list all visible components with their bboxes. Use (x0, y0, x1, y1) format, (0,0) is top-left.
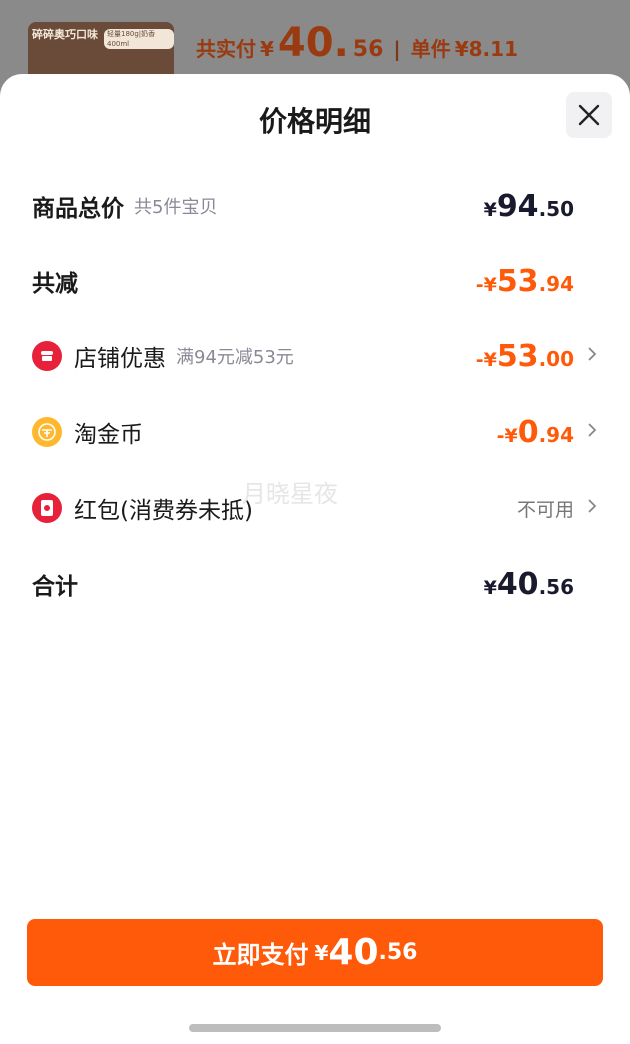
sheet-title: 价格明细 (258, 105, 371, 138)
background-total-price: 共实付 ¥ 40. 56 | 单件 ¥8.11 (196, 20, 518, 66)
home-indicator[interactable] (189, 1024, 441, 1032)
subtotal-amount: ¥ 40 .56 (484, 567, 574, 602)
product-thumb-tag: 轻量180g|奶香400ml (104, 29, 174, 49)
unit-price: ¥8.11 (454, 37, 518, 61)
subtotal-int: 40 (496, 566, 539, 602)
subtotal-dec: .56 (538, 574, 574, 599)
coin-icon (32, 417, 62, 447)
subtotal-row: 合计 ¥ 40 .56 (32, 564, 598, 604)
taojinbi-amount: -¥ 0 .94 (497, 415, 574, 450)
subtotal-currency: ¥ (483, 576, 497, 599)
goods-total-row: 商品总价 共5件宝贝 ¥ 94 .50 (32, 186, 598, 226)
goods-count: 共5件宝贝 (134, 197, 218, 218)
red-packet-status: 不可用 (516, 498, 574, 521)
pay-now-label: 立即支付 (212, 941, 309, 969)
store-discount-amount: -¥ 53 .00 (476, 339, 574, 374)
price-separator: | (393, 37, 401, 61)
chevron-right-icon (574, 497, 598, 519)
goods-total-label: 商品总价 (32, 196, 124, 222)
close-icon (578, 104, 600, 126)
total-paid-currency: ¥ (260, 37, 274, 61)
taojinbi-currency: -¥ (496, 424, 518, 447)
total-reduction-currency: -¥ (475, 273, 497, 296)
red-packet-icon (32, 493, 62, 523)
total-paid-int: 40. (277, 20, 349, 66)
goods-total-dec: .50 (538, 196, 574, 221)
pay-now-dec: .56 (378, 940, 418, 965)
price-detail-sheet: 价格明细 商品总价 共5件宝贝 ¥ 94 .50 共减 -¥ 53 .94 店铺… (0, 74, 630, 1044)
goods-total-currency: ¥ (483, 198, 497, 221)
taojinbi-label: 淘金币 (74, 422, 143, 448)
store-discount-int: 53 (496, 338, 539, 374)
store-icon (32, 341, 62, 371)
total-paid-label: 共实付 (196, 37, 256, 61)
red-packet-label: 红包(消费券未抵) (74, 498, 253, 524)
goods-total-amount: ¥ 94 .50 (484, 189, 574, 224)
taojinbi-dec: .94 (538, 422, 574, 447)
taojinbi-int: 0 (517, 414, 539, 450)
chevron-right-icon (574, 421, 598, 443)
store-discount-currency: -¥ (475, 348, 497, 371)
subtotal-label: 合计 (32, 574, 78, 600)
close-button[interactable] (566, 92, 612, 138)
total-reduction-label: 共减 (32, 271, 78, 297)
store-discount-label: 店铺优惠 (74, 346, 166, 372)
store-discount-row[interactable]: 店铺优惠 满94元减53元 -¥ 53 .00 (32, 336, 598, 376)
watermark: 月晓星夜 (242, 480, 338, 508)
total-reduction-row: 共减 -¥ 53 .94 (32, 261, 598, 301)
total-reduction-int: 53 (496, 263, 539, 299)
total-reduction-dec: .94 (538, 271, 574, 296)
store-discount-dec: .00 (538, 346, 574, 371)
pay-now-button[interactable]: 立即支付 ¥ 40 .56 (27, 919, 603, 986)
goods-total-int: 94 (496, 188, 539, 224)
chevron-right-icon (574, 345, 598, 367)
pay-now-currency: ¥ (314, 940, 329, 965)
product-thumb-title: 碎碎奥巧口味 (32, 28, 98, 41)
pay-now-int: 40 (328, 932, 379, 973)
taojinbi-row[interactable]: 淘金币 -¥ 0 .94 (32, 412, 598, 452)
store-discount-rule: 满94元减53元 (176, 347, 294, 368)
total-reduction-amount: -¥ 53 .94 (476, 264, 574, 299)
total-paid-dec: 56 (352, 37, 384, 62)
unit-label: 单件 (410, 37, 451, 61)
